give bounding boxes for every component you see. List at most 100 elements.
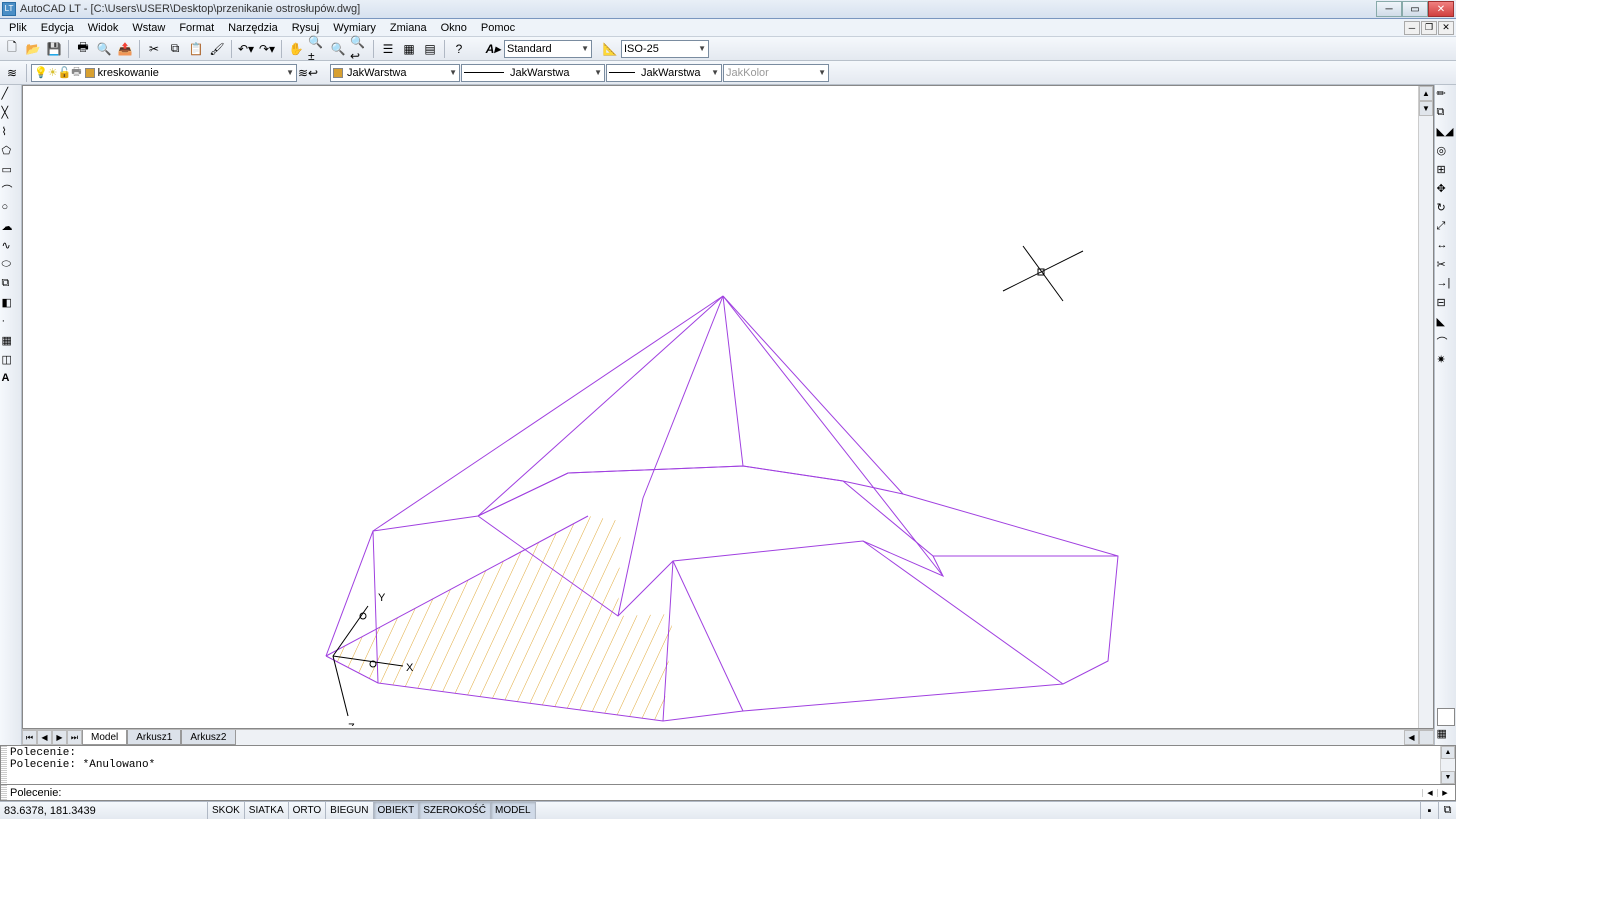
save-icon[interactable]: 💾 (44, 39, 64, 59)
array-icon[interactable]: ⊞ (1437, 163, 1455, 181)
tab-model[interactable]: Model (82, 730, 127, 745)
pan-icon[interactable]: ✋ (286, 39, 306, 59)
extend-icon[interactable]: →| (1437, 277, 1455, 295)
open-icon[interactable]: 📂 (23, 39, 43, 59)
revcloud-icon[interactable]: ☁ (2, 220, 20, 238)
line-icon[interactable]: ╱ (2, 87, 20, 105)
layer-previous-icon[interactable]: ≋↩ (298, 63, 318, 83)
tab-prev-icon[interactable]: ◀ (37, 730, 52, 745)
menu-format[interactable]: Format (172, 21, 221, 35)
polyline-icon[interactable]: ⌇ (2, 125, 20, 143)
erase-icon[interactable]: ✏ (1437, 87, 1455, 105)
tab-next-icon[interactable]: ▶ (52, 730, 67, 745)
move-icon[interactable]: ✥ (1437, 182, 1455, 200)
menu-narzedzia[interactable]: Narzędzia (221, 21, 285, 35)
dimstyle-icon[interactable]: 📐 (600, 39, 620, 59)
menu-plik[interactable]: Plik (2, 21, 34, 35)
paste-icon[interactable]: 📋 (186, 39, 206, 59)
dimstyle-dropdown[interactable]: ISO-25▼ (621, 40, 709, 58)
zoom-realtime-icon[interactable]: 🔍± (307, 39, 327, 59)
textstyle-dropdown[interactable]: Standard▼ (504, 40, 592, 58)
layer-dropdown[interactable]: 💡 ☀ 🔓 🖶 kreskowanie ▼ (31, 64, 297, 82)
zoom-window-icon[interactable]: 🔍 (328, 39, 348, 59)
canvas-hscrollbar[interactable]: ◀ ▶ (236, 730, 1435, 745)
polygon-icon[interactable]: ⬠ (2, 144, 20, 162)
hatch-edit-icon[interactable]: ▦ (1437, 727, 1455, 745)
publish-icon[interactable]: 📤 (115, 39, 135, 59)
explode-icon[interactable]: ✷ (1437, 353, 1455, 371)
spline-icon[interactable]: ∿ (2, 239, 20, 257)
textstyle-icon[interactable]: A▸ (483, 39, 503, 59)
new-icon[interactable]: 🗋 (2, 39, 22, 59)
close-button[interactable]: ✕ (1428, 1, 1454, 17)
cmd-scroll-left-icon[interactable]: ◀ (1427, 789, 1432, 797)
minimize-button[interactable]: ─ (1376, 1, 1402, 17)
plotstyle-dropdown[interactable]: JakKolor▼ (723, 64, 829, 82)
mdi-minimize-button[interactable]: ─ (1404, 21, 1420, 35)
menu-wymiary[interactable]: Wymiary (326, 21, 383, 35)
stretch-icon[interactable]: ↔ (1437, 239, 1455, 257)
undo-icon[interactable]: ↶▾ (236, 39, 256, 59)
menu-zmiana[interactable]: Zmiana (383, 21, 434, 35)
copy-obj-icon[interactable]: ⧉ (1437, 106, 1455, 124)
toggle-orto[interactable]: ORTO (289, 802, 327, 819)
status-coords[interactable]: 83.6378, 181.3439 (0, 802, 208, 819)
hatch-icon[interactable]: ▦ (2, 334, 20, 352)
offset-icon[interactable]: ◎ (1437, 144, 1455, 162)
lineweight-dropdown[interactable]: JakWarstwa▼ (606, 64, 722, 82)
toggle-siatka[interactable]: SIATKA (245, 802, 289, 819)
maximize-button[interactable]: ▭ (1402, 1, 1428, 17)
cut-icon[interactable]: ✂ (144, 39, 164, 59)
cmd-scroll-right-icon[interactable]: ▶ (1442, 789, 1447, 797)
color-swatch-current[interactable] (1437, 708, 1455, 726)
scale-icon[interactable]: ⤢ (1437, 220, 1455, 238)
menu-wstaw[interactable]: Wstaw (125, 21, 172, 35)
menu-pomoc[interactable]: Pomoc (474, 21, 522, 35)
status-comm-icon[interactable]: ⧉ (1438, 802, 1456, 819)
chamfer-icon[interactable]: ◣ (1437, 315, 1455, 333)
tab-arkusz1[interactable]: Arkusz1 (127, 730, 181, 745)
menu-edycja[interactable]: Edycja (34, 21, 81, 35)
scroll-up-icon[interactable]: ▲ (1419, 86, 1433, 101)
mdi-restore-button[interactable]: ❐ (1421, 21, 1437, 35)
toggle-biegun[interactable]: BIEGUN (326, 802, 373, 819)
designcenter-icon[interactable]: ▦ (399, 39, 419, 59)
command-vscroll[interactable]: ▲▼ (1440, 746, 1455, 784)
rectangle-icon[interactable]: ▭ (2, 163, 20, 181)
fillet-icon[interactable]: ⌒ (1437, 334, 1455, 352)
trim-icon[interactable]: ✂ (1437, 258, 1455, 276)
mirror-icon[interactable]: ◣◢ (1437, 125, 1455, 143)
toggle-obiekt[interactable]: OBIEKT (374, 802, 420, 819)
menu-widok[interactable]: Widok (81, 21, 126, 35)
linetype-dropdown[interactable]: JakWarstwa▼ (461, 64, 605, 82)
circle-icon[interactable]: ○ (2, 201, 20, 219)
print-preview-icon[interactable]: 🔍 (94, 39, 114, 59)
mtext-icon[interactable]: A (2, 372, 20, 390)
toolpalette-icon[interactable]: ▤ (420, 39, 440, 59)
scroll-left-icon[interactable]: ◀ (1404, 730, 1419, 745)
toggle-model[interactable]: MODEL (491, 802, 536, 819)
break-icon[interactable]: ⊟ (1437, 296, 1455, 314)
toggle-skok[interactable]: SKOK (208, 802, 245, 819)
arc-icon[interactable]: ⌒ (2, 182, 20, 200)
zoom-previous-icon[interactable]: 🔍↩ (349, 39, 369, 59)
drawing-canvas[interactable]: X Y Z ▲ ▼ (22, 85, 1434, 729)
status-tray-icon[interactable]: ▪ (1420, 802, 1438, 819)
xline-icon[interactable]: ╳ (2, 106, 20, 124)
tab-last-icon[interactable]: ⏭ (67, 730, 82, 745)
copy-icon[interactable]: ⧉ (165, 39, 185, 59)
color-dropdown[interactable]: JakWarstwa▼ (330, 64, 460, 82)
help-icon[interactable]: ? (449, 39, 469, 59)
print-icon[interactable]: 🖶 (73, 39, 93, 59)
redo-icon[interactable]: ↷▾ (257, 39, 277, 59)
block-icon[interactable]: ◧ (2, 296, 20, 314)
rotate-icon[interactable]: ↻ (1437, 201, 1455, 219)
tab-arkusz2[interactable]: Arkusz2 (181, 730, 235, 745)
region-icon[interactable]: ◫ (2, 353, 20, 371)
point-icon[interactable]: · (2, 315, 20, 333)
canvas-vscrollbar[interactable]: ▲ ▼ (1418, 86, 1433, 728)
scroll-down-icon[interactable]: ▼ (1419, 101, 1433, 116)
insert-icon[interactable]: ⧉ (2, 277, 20, 295)
menu-rysuj[interactable]: Rysuj (285, 21, 327, 35)
properties-icon[interactable]: ☰ (378, 39, 398, 59)
